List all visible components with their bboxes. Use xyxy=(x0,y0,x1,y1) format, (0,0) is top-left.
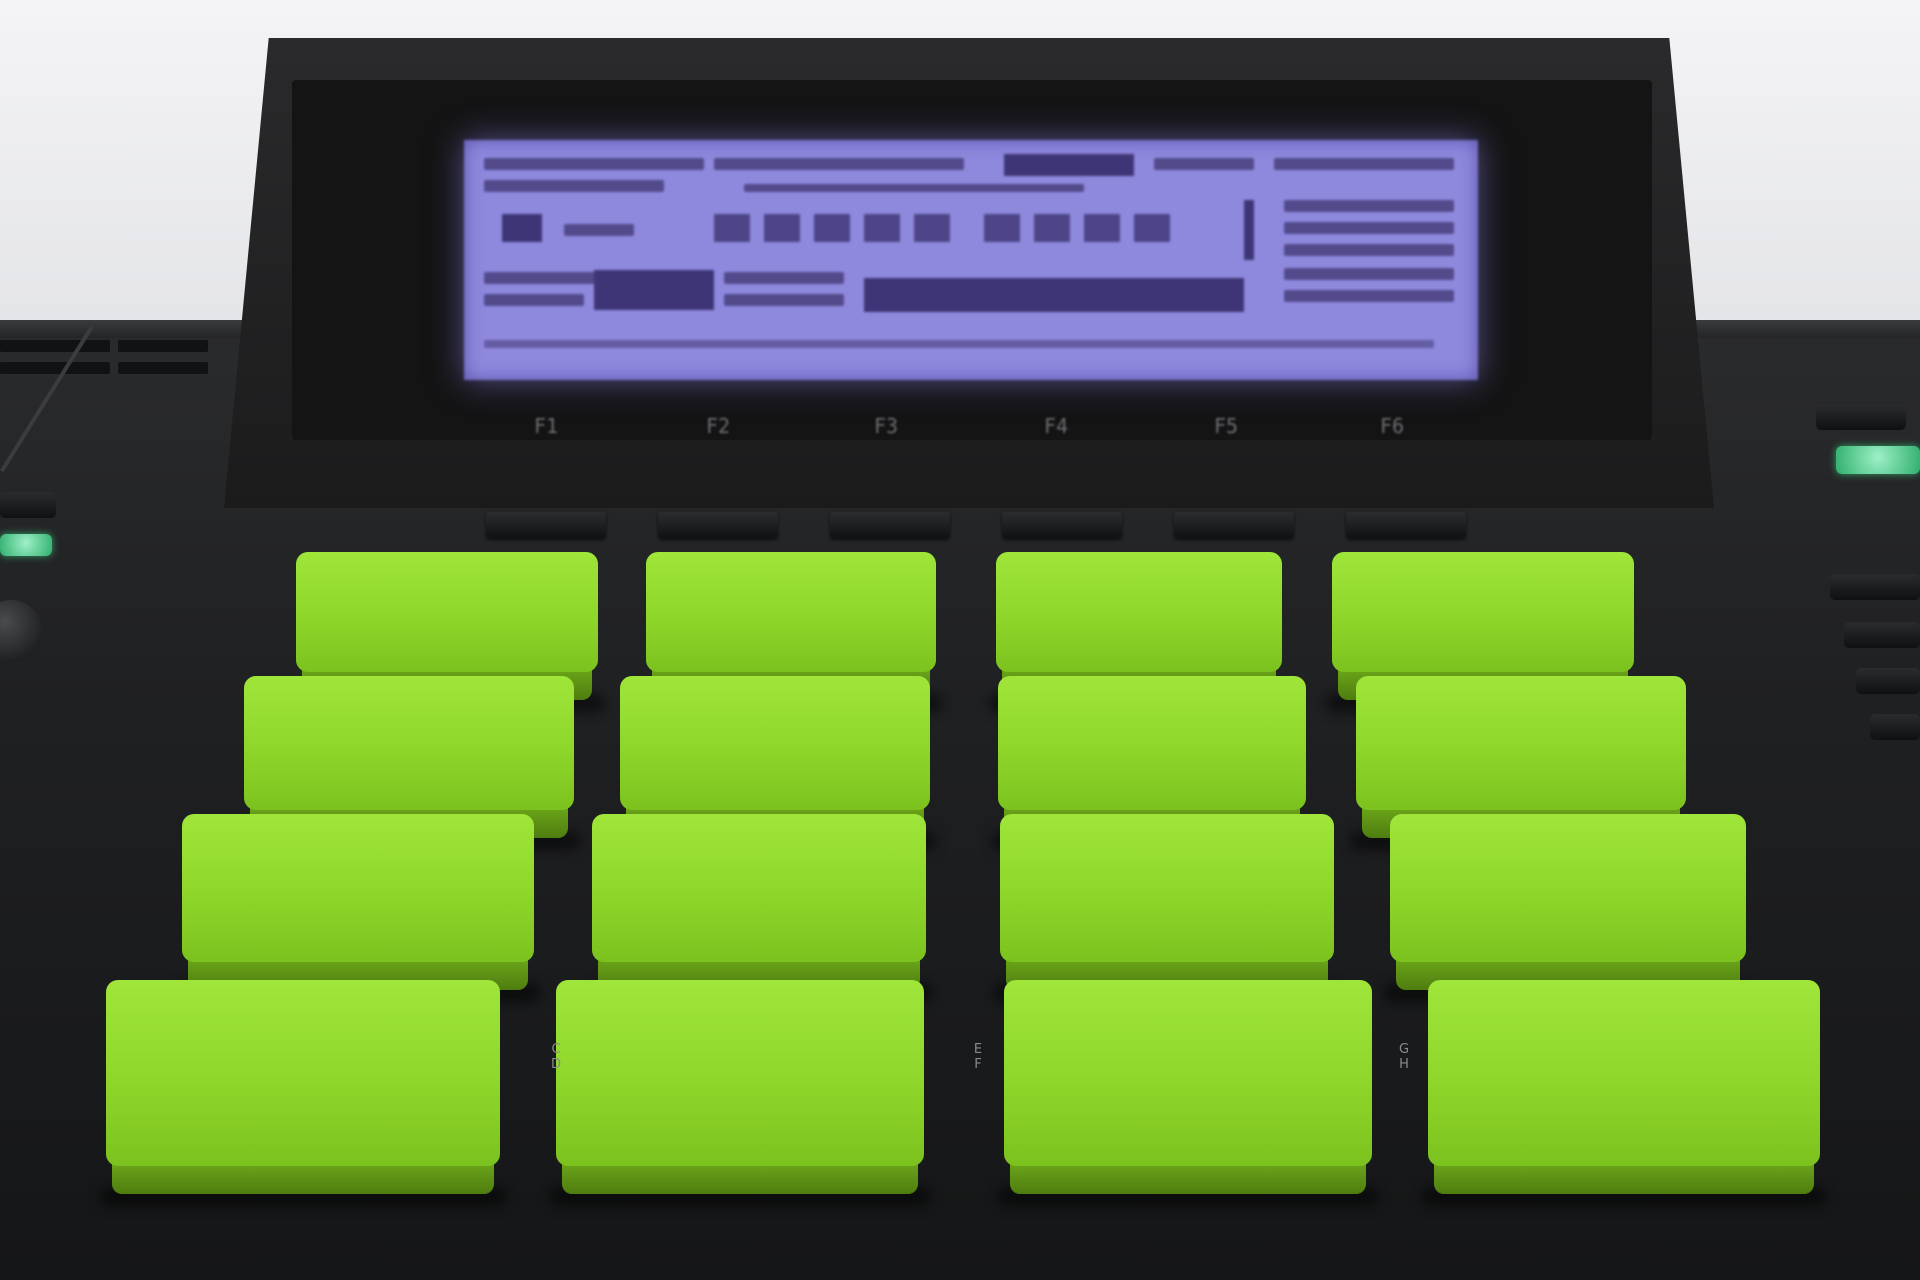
drum-pad-1[interactable] xyxy=(290,552,604,712)
pad-note-label: E F xyxy=(973,1042,983,1072)
drum-pad-4[interactable] xyxy=(1326,552,1640,712)
side-button[interactable] xyxy=(1844,622,1920,648)
drum-pad-15[interactable] xyxy=(998,980,1378,1206)
function-key-label: F4 xyxy=(1043,414,1069,438)
drum-pad-6[interactable] xyxy=(614,676,936,850)
side-button[interactable] xyxy=(1856,668,1920,694)
side-button[interactable] xyxy=(1816,404,1906,430)
function-button-2[interactable] xyxy=(658,512,778,538)
lcd-side-line xyxy=(1284,200,1454,212)
lcd-header-block xyxy=(1274,158,1454,170)
green-led-button[interactable] xyxy=(1836,446,1920,474)
function-button-4[interactable] xyxy=(1002,512,1122,538)
lcd-softkey-row xyxy=(484,340,1434,348)
vent-slot-4 xyxy=(118,362,208,374)
green-led-button[interactable] xyxy=(0,534,52,556)
lcd-side-line xyxy=(1284,244,1454,256)
lcd-cursor-bar xyxy=(1244,200,1254,260)
pad-note-label: G H xyxy=(1398,1042,1410,1072)
lcd-side-line xyxy=(1284,222,1454,234)
function-button-6[interactable] xyxy=(1346,512,1466,538)
function-button-5[interactable] xyxy=(1174,512,1294,538)
lcd-text-line xyxy=(724,272,844,284)
drum-pad-5[interactable] xyxy=(238,676,580,850)
function-key-label: F1 xyxy=(533,414,559,438)
drum-pad-14[interactable] xyxy=(550,980,930,1206)
lcd-text-line xyxy=(484,294,584,306)
vent-slot-2 xyxy=(118,340,208,352)
lcd-highlight xyxy=(1004,154,1134,176)
drum-pad-10[interactable] xyxy=(586,814,932,1002)
function-button-1[interactable] xyxy=(486,512,606,538)
lcd-step-cell xyxy=(814,214,850,242)
lcd-step-cell xyxy=(984,214,1020,242)
lcd-text-line xyxy=(484,272,604,284)
drum-pad-12[interactable] xyxy=(1384,814,1752,1002)
lcd-text-line xyxy=(744,184,1084,192)
side-button[interactable] xyxy=(1870,714,1920,740)
lcd-step-cell xyxy=(1134,214,1170,242)
vent-slot-3 xyxy=(0,362,110,374)
lcd-step-cell xyxy=(914,214,950,242)
drum-pad-13[interactable] xyxy=(100,980,506,1206)
side-button[interactable] xyxy=(0,492,56,518)
drum-pad-2[interactable] xyxy=(640,552,942,712)
function-key-label: F3 xyxy=(873,414,899,438)
lcd-side-line xyxy=(1284,290,1454,302)
lcd-header-block xyxy=(1154,158,1254,170)
function-key-label: F2 xyxy=(705,414,731,438)
lcd-step-cell xyxy=(1084,214,1120,242)
drum-pad-9[interactable] xyxy=(176,814,540,1002)
lcd-header-block xyxy=(484,158,704,170)
lcd-step-cell xyxy=(864,214,900,242)
function-key-label: F5 xyxy=(1213,414,1239,438)
drum-pad-3[interactable] xyxy=(990,552,1288,712)
drum-pad-8[interactable] xyxy=(1350,676,1692,850)
lcd-text-line xyxy=(564,224,634,236)
lcd-step-cell xyxy=(764,214,800,242)
lcd-header-block xyxy=(714,158,964,170)
lcd-value-bar xyxy=(864,278,1244,312)
drum-pad-11[interactable] xyxy=(994,814,1340,1002)
drum-pad-7[interactable] xyxy=(992,676,1312,850)
lcd-side-line xyxy=(1284,268,1454,280)
lcd-text-line xyxy=(484,180,664,192)
lcd-highlight xyxy=(594,270,714,310)
lcd-display xyxy=(464,140,1478,380)
pad-note-label: C D xyxy=(550,1042,561,1072)
vent-slot-1 xyxy=(0,340,110,352)
function-button-3[interactable] xyxy=(830,512,950,538)
lcd-step-cell xyxy=(714,214,750,242)
lcd-step-cell xyxy=(1034,214,1070,242)
function-key-label: F6 xyxy=(1379,414,1405,438)
lcd-text-line xyxy=(724,294,844,306)
lcd-highlight xyxy=(502,214,542,242)
side-button[interactable] xyxy=(1830,574,1920,600)
drum-pad-16[interactable] xyxy=(1422,980,1826,1206)
